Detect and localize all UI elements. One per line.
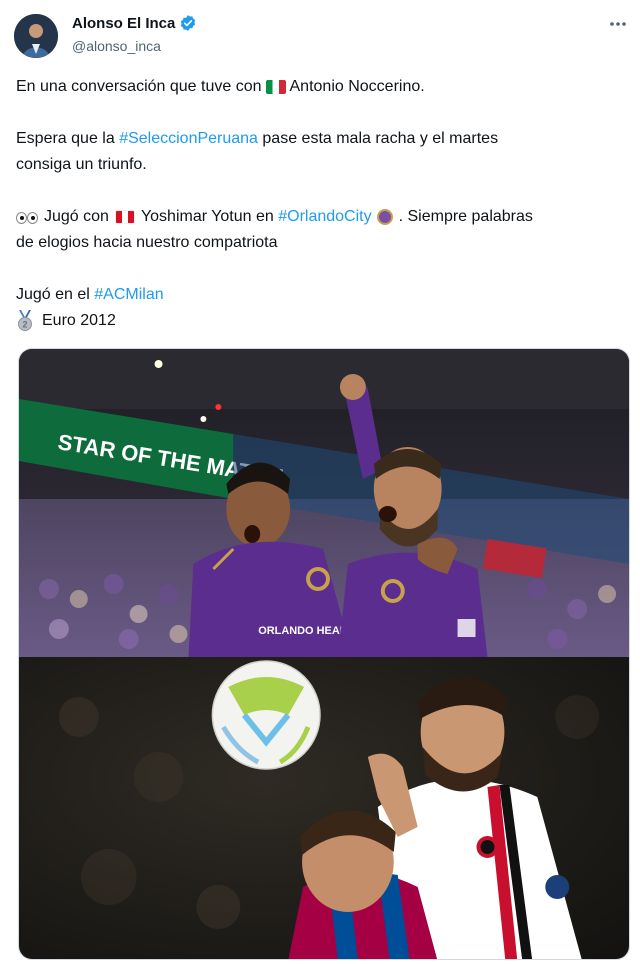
tweet-text: En una conversación que tuve con Antonio… <box>16 74 628 334</box>
author-handle[interactable]: @alonso_inca <box>72 38 161 54</box>
line5-text: de elogios hacia nuestro compatriota <box>16 234 278 251</box>
photo-orlando-celebration[interactable]: STAR OF THE MATCH ORLANDO HEALTH <box>19 349 629 657</box>
line1-suffix: Antonio Noccerino. <box>289 78 425 95</box>
text-line-2: Espera que la #SeleccionPeruana pase est… <box>16 126 628 152</box>
text-line-3: consiga un triunfo. <box>16 152 628 178</box>
text-line-5: de elogios hacia nuestro compatriota <box>16 230 628 256</box>
line1-prefix: En una conversación que tuve con <box>16 78 262 95</box>
line4-suffix: . Siempre palabras <box>398 208 533 225</box>
text-line-4: Jugó con Yoshimar Yotun en #OrlandoCity … <box>16 204 628 230</box>
line6-prefix: Jugó en el <box>16 286 95 303</box>
hashtag-orlando-city[interactable]: #OrlandoCity <box>278 204 371 230</box>
orlando-city-emoji-icon <box>376 209 393 225</box>
author-row: Alonso El Inca <box>72 14 197 32</box>
text-line-7: 2 Euro 2012 <box>16 308 628 334</box>
line7-text: Euro 2012 <box>42 312 116 329</box>
svg-text:2: 2 <box>22 320 27 330</box>
line4-prefix: Jugó con <box>44 208 109 225</box>
silver-medal-icon: 2 <box>18 310 32 331</box>
line2-prefix: Espera que la <box>16 130 120 147</box>
photo-milan-barcelona[interactable] <box>19 657 629 960</box>
peru-flag-icon <box>114 210 135 224</box>
text-line-6: Jugó en el #ACMilan <box>16 282 628 308</box>
hashtag-ac-milan[interactable]: #ACMilan <box>94 282 163 308</box>
line4-name: Yoshimar Yotun en <box>140 208 279 225</box>
text-line-1: En una conversación que tuve con Antonio… <box>16 74 628 100</box>
media-grid[interactable]: STAR OF THE MATCH ORLANDO HEALTH <box>18 348 630 960</box>
eyes-emoji-icon <box>16 211 38 224</box>
line2-suffix: pase esta mala racha y el martes <box>257 130 499 147</box>
avatar[interactable] <box>14 14 58 58</box>
author-name[interactable]: Alonso El Inca <box>72 15 175 32</box>
line3-text: consiga un triunfo. <box>16 156 147 173</box>
hashtag-seleccion-peruana[interactable]: #SeleccionPeruana <box>119 126 258 152</box>
tweet: Alonso El Inca @alonso_inca En una conve… <box>0 0 640 964</box>
more-options-icon[interactable] <box>608 14 628 34</box>
verified-badge-icon <box>181 15 196 31</box>
italy-flag-icon <box>265 80 286 94</box>
